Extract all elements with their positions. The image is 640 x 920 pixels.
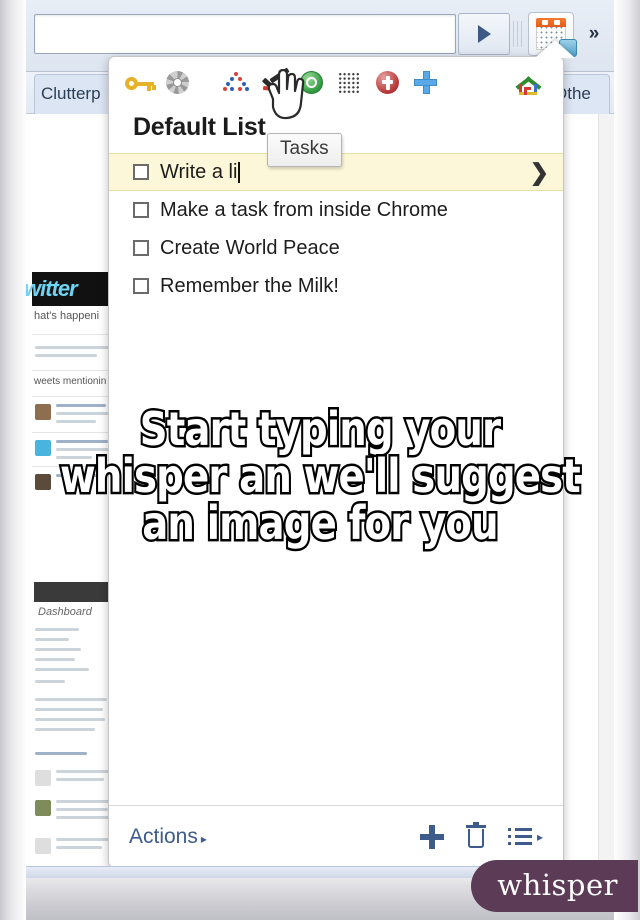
task-checkbox[interactable]	[133, 202, 149, 218]
actions-menu-button[interactable]: Actions ▸	[129, 825, 207, 849]
list-title: Default List	[133, 113, 266, 141]
task-label: Write a li	[160, 160, 238, 183]
screenshot-root: » Clutterp Othe witter hat's happeni wee…	[0, 0, 640, 920]
list-triangle-icon: ▸	[536, 829, 543, 844]
task-row[interactable]: Make a task from inside Chrome	[109, 191, 563, 229]
task-label: Make a task from inside Chrome	[160, 198, 448, 221]
pyramid-dots-icon[interactable]	[219, 65, 253, 99]
actions-label: Actions	[129, 824, 198, 848]
popup-toolbar	[109, 57, 563, 107]
gear-icon[interactable]	[161, 65, 195, 99]
home-icon[interactable]	[511, 65, 545, 99]
address-bar-input[interactable]	[34, 14, 456, 54]
whisper-caption: Start typing your whisper an we'll sugge…	[58, 402, 583, 550]
tooltip-tasks: Tasks	[267, 133, 342, 167]
list-menu-button[interactable]: ▸	[507, 827, 543, 847]
task-row[interactable]: Create World Peace	[109, 229, 563, 267]
play-triangle-icon	[477, 25, 491, 43]
list-icon	[507, 827, 534, 847]
task-checkbox[interactable]	[133, 240, 149, 256]
task-checkbox[interactable]	[133, 164, 149, 180]
overflow-chevron-icon[interactable]: »	[578, 12, 608, 56]
delete-task-button[interactable]	[465, 821, 486, 849]
twitter-prompt-label: hat's happeni	[34, 310, 100, 322]
dot-grid-icon[interactable]	[333, 65, 367, 99]
task-row[interactable]: Remember the Milk!	[109, 267, 563, 305]
task-checkbox[interactable]	[133, 278, 149, 294]
whisper-logo-badge: whisper	[471, 860, 638, 912]
screenshot-right-edge	[614, 0, 640, 920]
wordpress-admin-bar	[34, 582, 116, 602]
task-label: Remember the Milk!	[160, 274, 339, 297]
text-caret	[238, 161, 241, 183]
screenshot-left-edge	[0, 0, 26, 920]
actions-triangle-icon: ▸	[200, 831, 207, 846]
wordpress-dashboard-label: Dashboard	[38, 606, 92, 618]
key-icon[interactable]	[123, 65, 157, 99]
hand-cursor-icon	[267, 69, 305, 120]
tumblr-t-icon[interactable]	[371, 65, 405, 99]
trash-icon	[465, 821, 486, 849]
task-expand-chevron-icon[interactable]: ❯	[530, 159, 549, 186]
toolbar-separator	[513, 21, 523, 47]
go-button[interactable]	[458, 13, 510, 55]
twitter-logo-text: witter	[26, 276, 78, 301]
twitter-logo: witter	[26, 272, 118, 306]
add-task-button[interactable]	[419, 824, 444, 849]
task-label: Create World Peace	[160, 236, 340, 259]
omnibar-row: »	[34, 12, 608, 57]
page-scroll-gutter[interactable]	[598, 114, 614, 862]
task-list: Write a li ❯ Make a task from inside Chr…	[109, 153, 563, 305]
popup-footer: Actions ▸ ▸	[109, 805, 563, 867]
twitter-mentions-label: weets mentionin	[34, 376, 107, 387]
plus-icon	[419, 824, 444, 849]
popup-arrow-tail	[535, 40, 575, 58]
blue-plus-icon[interactable]	[409, 65, 443, 99]
